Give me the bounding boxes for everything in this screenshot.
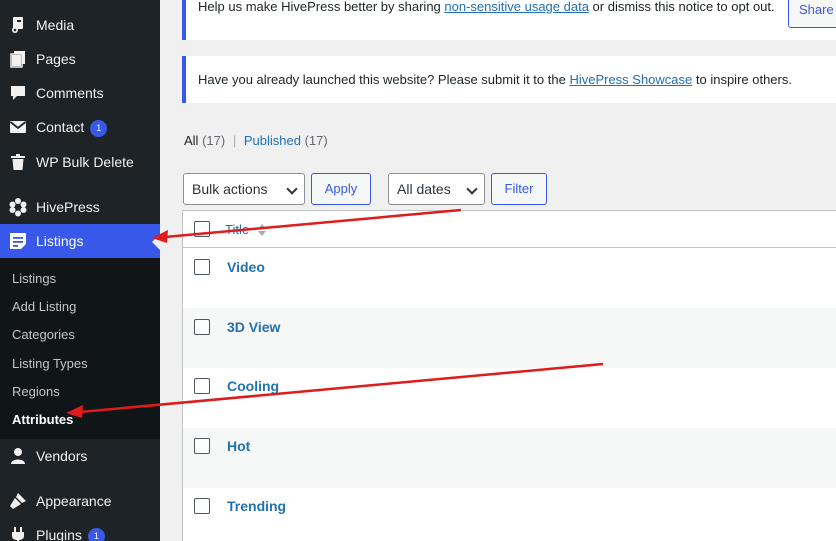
trash-icon [8,152,28,172]
submenu-item-listing-types[interactable]: Listing Types [12,356,88,371]
showcase-link[interactable]: HivePress Showcase [569,72,692,87]
notice-text: Help us make HivePress better by sharing [198,0,445,14]
notice-text: or dismiss this notice to opt out. [588,0,775,14]
notification-badge: 1 [90,120,108,137]
view-all-count: (17) [202,133,226,148]
usage-data-notice: Help us make HivePress better by sharing… [182,0,836,40]
view-published-count: (17) [304,133,328,148]
sidebar-item-hivepress[interactable]: HivePress [0,190,160,224]
sidebar-item-label: Plugins [36,527,82,541]
sidebar-item-label: Listings [36,233,84,249]
status-views: All (17) | Published (17) [184,133,328,148]
submenu-item-listings[interactable]: Listings [12,271,56,286]
sidebar-item-label: HivePress [36,199,100,215]
share-usage-button[interactable]: Share U [788,0,836,28]
row-checkbox[interactable] [194,438,210,454]
sidebar-item-label: Vendors [36,448,88,464]
notice-text: to inspire others. [692,72,792,87]
media-icon [8,15,28,35]
vendors-icon [8,446,28,466]
comments-icon [8,83,28,103]
admin-sidebar: Media Pages Comments Contact 1 WP Bulk De… [0,0,160,541]
sidebar-item-listings[interactable]: Listings [0,224,160,258]
submenu-item-attributes[interactable]: Attributes [12,412,73,427]
bulk-actions-select[interactable]: Bulk actions [183,173,305,205]
row-checkbox[interactable] [194,319,210,335]
paintbrush-icon [8,491,28,511]
table-header: Title [183,211,836,248]
row-checkbox[interactable] [194,259,210,275]
sort-icon[interactable] [257,222,267,238]
sidebar-item-label: Pages [36,51,76,67]
pages-icon [8,49,28,69]
table-row: Video [183,248,836,308]
sidebar-item-media[interactable]: Media [0,8,160,42]
showcase-notice: Have you already launched this website? … [182,56,836,103]
dates-filter-select[interactable]: All dates [388,173,485,205]
row-title-link[interactable]: Hot [227,438,250,454]
sidebar-item-appearance[interactable]: Appearance [0,484,160,518]
dates-filter-value: All dates [397,181,451,197]
table-row: Trending [183,488,836,541]
sidebar-item-plugins[interactable]: Plugins 1 [0,518,160,541]
column-title-header[interactable]: Title [225,222,249,237]
sidebar-item-label: Appearance [36,493,112,509]
table-row: 3D View [183,308,836,368]
listings-submenu: Listings Add Listing Categories Listing … [0,258,160,439]
filter-button[interactable]: Filter [491,173,547,205]
sidebar-item-comments[interactable]: Comments [0,76,160,110]
submenu-item-add-listing[interactable]: Add Listing [12,299,76,314]
submenu-item-regions[interactable]: Regions [12,384,60,399]
row-checkbox[interactable] [194,498,210,514]
sidebar-item-wp-bulk-delete[interactable]: WP Bulk Delete [0,145,160,179]
sidebar-item-label: WP Bulk Delete [36,154,134,170]
chevron-down-icon [286,183,298,195]
row-title-link[interactable]: Cooling [227,378,279,394]
sidebar-item-vendors[interactable]: Vendors [0,439,160,473]
table-row: Cooling [183,368,836,428]
usage-data-link[interactable]: non-sensitive usage data [444,0,589,14]
row-title-link[interactable]: 3D View [227,319,280,335]
view-published-link[interactable]: Published [244,133,301,148]
sidebar-item-label: Media [36,17,75,33]
row-title-link[interactable]: Video [227,259,265,275]
sidebar-item-label: Contact [36,119,85,135]
listings-table: Title Video 3D View Cooling Hot Trending [182,210,836,541]
view-all-label[interactable]: All [184,133,198,148]
view-separator: | [232,133,237,148]
listings-icon [8,231,28,251]
row-checkbox[interactable] [194,378,210,394]
plugins-icon [8,525,28,541]
mail-icon [8,117,28,137]
notice-text: Have you already launched this website? … [198,72,570,87]
submenu-item-categories[interactable]: Categories [12,327,75,342]
select-all-checkbox[interactable] [194,221,210,237]
sidebar-item-contact[interactable]: Contact 1 [0,110,160,144]
apply-button[interactable]: Apply [311,173,371,205]
row-title-link[interactable]: Trending [227,498,286,514]
hivepress-icon [8,197,28,217]
sidebar-item-label: Comments [36,85,104,101]
notification-badge: 1 [87,528,105,541]
table-row: Hot [183,428,836,488]
chevron-down-icon [466,183,478,195]
sidebar-item-pages[interactable]: Pages [0,42,160,76]
bulk-actions-value: Bulk actions [192,181,268,197]
